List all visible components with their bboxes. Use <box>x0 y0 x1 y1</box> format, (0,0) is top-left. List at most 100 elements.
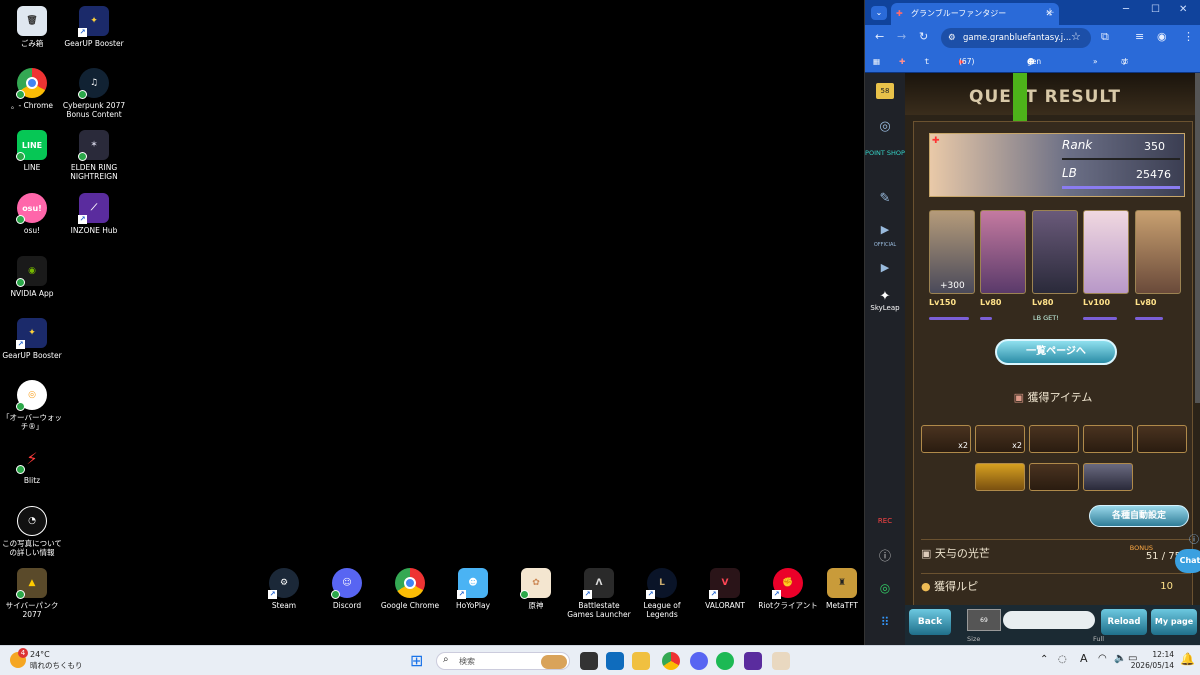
reading-list-icon[interactable]: ≡ <box>1135 30 1144 43</box>
party-member-4[interactable] <box>1083 210 1129 294</box>
hoyoplay-icon[interactable]: ☻ ↗ HoYoPlay <box>441 568 505 610</box>
game-sidebar: 58 ◎ POINT SHOP ✎ ▶ OFFICIAL ▶ ✦ SkyLeap R… <box>865 73 905 645</box>
gearup-booster-2-icon[interactable]: ✦ ↗ GearUP Booster <box>0 318 64 360</box>
account-icon[interactable]: ◎ <box>865 581 905 595</box>
reload-button[interactable]: Reload <box>1101 609 1147 635</box>
cyberpunk2077-icon[interactable]: ▲ サイバーパンク2077 <box>0 568 64 619</box>
tray-app-icon[interactable]: ◌ <box>1058 654 1067 665</box>
rank-banner: ✚ Rank 350 LB 25476 <box>929 133 1185 197</box>
party-member-2[interactable] <box>980 210 1026 294</box>
star-icon[interactable]: ☆ <box>1071 30 1081 43</box>
coin-icon[interactable]: ◎ <box>865 119 905 134</box>
photo-info-icon[interactable]: ◔ この写真についての詳しい情報 <box>0 506 64 557</box>
close-window-icon[interactable]: ✕ <box>1179 4 1187 15</box>
item-slot-6[interactable] <box>975 463 1025 491</box>
list-page-button[interactable]: 一覧ページへ <box>995 339 1117 365</box>
size-slider[interactable] <box>1003 611 1095 629</box>
back-button[interactable]: Back <box>909 609 951 635</box>
forward-arrow-icon[interactable]: → <box>897 30 906 43</box>
help-icon[interactable]: ⓘ <box>1189 531 1199 546</box>
lb-gauge <box>1062 186 1180 189</box>
inzone-hub-icon[interactable]: ⟋ ↗ INZONE Hub <box>62 193 126 235</box>
recycle-bin-icon[interactable]: 🗑 ごみ箱 <box>0 6 64 48</box>
chat-button[interactable]: Chat <box>1175 549 1200 573</box>
item-slot-5[interactable] <box>1137 425 1187 453</box>
reward-row-1: ▣ 天与の光芒 BONUS 51 / 75 <box>921 539 1191 567</box>
party-thumb[interactable]: 69 <box>967 609 1001 631</box>
url-field[interactable]: ⚙ game.granbluefantasy.j... <box>941 28 1091 48</box>
cyberpunk-bonus-icon[interactable]: ♫ Cyberpunk 2077 Bonus Content <box>62 68 126 119</box>
spotify-icon[interactable] <box>716 652 734 670</box>
item-slot-1[interactable]: x2 <box>921 425 971 453</box>
tray-overflow-icon[interactable]: ⌃ <box>1040 654 1048 665</box>
skyleap-icon[interactable]: ✦ SkyLeap <box>865 289 905 312</box>
taskbar-chrome-icon[interactable] <box>662 652 680 670</box>
overwatch-icon[interactable]: ◎ 「オーバーウォッチ®」 <box>0 380 64 431</box>
valorant-icon[interactable]: V ↗ VALORANT <box>693 568 757 610</box>
profile-icon[interactable]: ◉ <box>1157 30 1167 43</box>
favicon-icon: ✚ <box>896 9 903 18</box>
file-explorer-icon[interactable] <box>632 652 650 670</box>
party-member-1[interactable]: +300 <box>929 210 975 294</box>
grid-icon[interactable]: ⠿ <box>865 615 905 629</box>
genshin-icon[interactable]: ✿ 原神 <box>504 568 568 610</box>
item-slot-4[interactable] <box>1083 425 1133 453</box>
party-member-5[interactable] <box>1135 210 1181 294</box>
exp-bar-2 <box>980 317 992 320</box>
menu-icon[interactable]: ⋮ <box>1183 30 1194 43</box>
edit-icon[interactable]: ✎ <box>865 191 905 206</box>
osu-icon[interactable]: osu! osu! <box>0 193 64 235</box>
gearup-booster-icon[interactable]: ✦ ↗ GearUP Booster <box>62 6 126 48</box>
scrollbar[interactable] <box>1195 73 1200 403</box>
official-video-icon[interactable]: ▶ OFFICIAL <box>865 223 905 249</box>
new-tab-icon[interactable]: ＋ <box>1045 4 1055 19</box>
notification-bell-icon[interactable]: 🔔 <box>1180 652 1195 666</box>
chrome-icon[interactable]: 。- Chrome <box>0 68 64 110</box>
taskbar-discord-icon[interactable] <box>690 652 708 670</box>
item-slot-2[interactable]: x2 <box>975 425 1025 453</box>
extensions-icon[interactable]: ⧉ <box>1101 30 1109 44</box>
task-view-icon[interactable] <box>580 652 598 670</box>
riot-client-icon[interactable]: ✊ ↗ Riotクライアント <box>756 568 820 610</box>
line-icon[interactable]: LINE LINE <box>0 130 64 172</box>
taskbar-inzone-icon[interactable] <box>744 652 762 670</box>
wifi-icon[interactable]: ◠ <box>1098 653 1107 664</box>
discord-icon[interactable]: ☺ Discord <box>315 568 379 610</box>
metatft-icon[interactable]: ♜ MetaTFT <box>819 568 865 610</box>
minimize-icon[interactable]: ─ <box>1123 4 1129 15</box>
item-slot-3[interactable] <box>1029 425 1079 453</box>
browser-window: ⌄ ✚ グランブルーファンタジー ✕ ＋ ─ ☐ ✕ ← → ↻ ⚙ game.… <box>864 0 1200 645</box>
tab-granblue[interactable]: ✚ グランブルーファンタジー ✕ <box>891 3 1059 25</box>
reload-icon[interactable]: ↻ <box>919 30 928 43</box>
site-info-icon: ⚙ <box>948 33 956 43</box>
league-of-legends-icon[interactable]: L ↗ League of Legends <box>630 568 694 619</box>
items-header: ▣ 獲得アイテム <box>1013 391 1093 404</box>
bookmark-gbf-icon[interactable]: ✚ <box>899 51 905 73</box>
taskbar-game-icon[interactable] <box>772 652 790 670</box>
battlestate-launcher-icon[interactable]: Λ ↗ Battlestate Games Launcher <box>567 568 631 619</box>
outlook-icon[interactable] <box>606 652 624 670</box>
blitz-icon[interactable]: ⚡ Blitz <box>0 443 64 485</box>
rec-icon[interactable]: REC <box>865 517 905 525</box>
elden-ring-icon[interactable]: ✶ ELDEN RING NIGHTREIGN <box>62 130 126 181</box>
nvidia-app-icon[interactable]: ◉ NVIDIA App <box>0 256 64 298</box>
steam-icon[interactable]: ⚙ ↗ Steam <box>252 568 316 610</box>
apps-icon[interactable]: ▦ <box>873 51 880 73</box>
start-icon[interactable]: ⊞ <box>410 652 428 670</box>
calendar-badge[interactable]: 58 <box>865 83 905 99</box>
tab-search-icon[interactable]: ⌄ <box>871 6 887 20</box>
back-arrow-icon[interactable]: ← <box>875 30 884 43</box>
info-icon[interactable]: ⓘ <box>865 547 905 564</box>
maximize-icon[interactable]: ☐ <box>1151 4 1160 15</box>
more-bookmarks-icon[interactable]: » <box>1093 51 1098 73</box>
item-slot-7[interactable] <box>1029 463 1079 491</box>
taskbar: 4 24°C 晴れのちくもり ⊞ ⌕ 検索 ⌃ ◌ A ◠ 🔈 ▭ 12:14 … <box>0 645 1200 675</box>
point-shop-icon[interactable]: POINT SHOP <box>865 149 905 157</box>
video-icon[interactable]: ▶ <box>865 261 905 274</box>
party-member-3[interactable] <box>1032 210 1078 294</box>
auto-settings-button[interactable]: 各種自動設定 <box>1089 505 1189 527</box>
search-box[interactable]: ⌕ 検索 <box>436 652 570 670</box>
mypage-button[interactable]: My page <box>1151 609 1197 635</box>
google-chrome-icon[interactable]: Google Chrome <box>378 568 442 610</box>
item-slot-8[interactable] <box>1083 463 1133 491</box>
